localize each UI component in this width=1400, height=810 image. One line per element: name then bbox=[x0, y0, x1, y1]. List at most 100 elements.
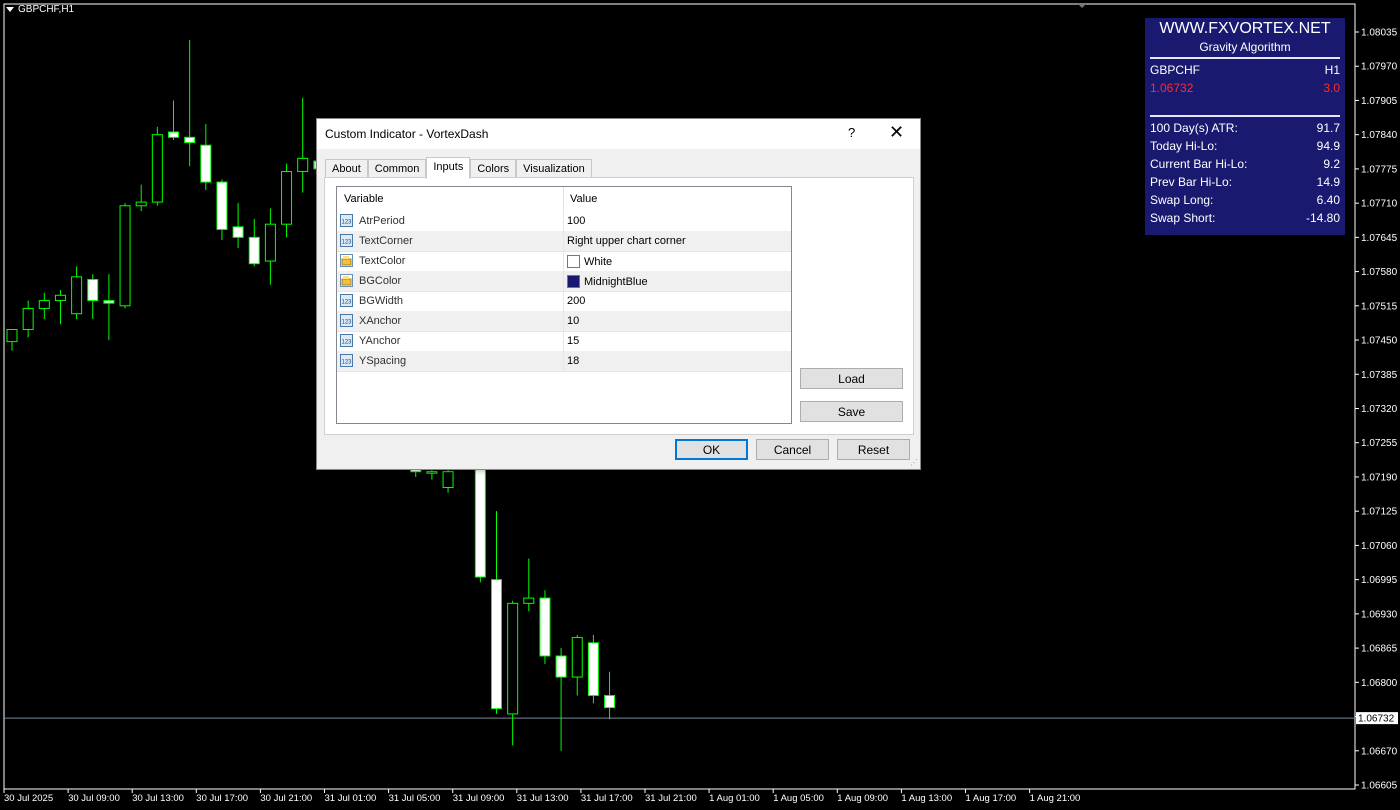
color-swatch bbox=[567, 255, 580, 268]
param-value-cell[interactable]: 18 bbox=[567, 355, 579, 367]
candle-body-bear bbox=[555, 655, 567, 678]
y-tick-label: 1.07840 bbox=[1361, 130, 1398, 141]
param-row[interactable]: 123 BGWidth 200 bbox=[337, 291, 791, 312]
tab-visualization[interactable]: Visualization bbox=[516, 159, 592, 178]
stat-label: Prev Bar Hi-Lo: bbox=[1150, 175, 1233, 189]
param-row[interactable]: BGColor MidnightBlue bbox=[337, 271, 791, 292]
param-row[interactable]: 123 AtrPeriod 100 bbox=[337, 211, 791, 232]
dashboard-stat-row: Current Bar Hi-Lo: 9.2 bbox=[1150, 157, 1340, 171]
column-header-variable[interactable]: Variable bbox=[344, 193, 384, 205]
ok-button[interactable]: OK bbox=[675, 439, 748, 460]
help-icon[interactable]: ? bbox=[848, 125, 855, 140]
param-name: BGWidth bbox=[359, 295, 404, 307]
param-value-cell[interactable]: 10 bbox=[567, 315, 579, 327]
candle-body-bull bbox=[426, 471, 438, 474]
param-value-cell[interactable]: 15 bbox=[567, 335, 579, 347]
column-header-value[interactable]: Value bbox=[570, 193, 597, 205]
dashboard-symbol: GBPCHF bbox=[1150, 63, 1201, 77]
close-icon[interactable]: ✕ bbox=[889, 123, 904, 141]
candle-body-bear bbox=[168, 131, 179, 138]
param-value-cell[interactable]: MidnightBlue bbox=[567, 275, 648, 288]
svg-text:123: 123 bbox=[341, 360, 352, 366]
dashboard-stat-row: Swap Short: -14.80 bbox=[1150, 211, 1340, 225]
y-tick-label: 1.07580 bbox=[1361, 267, 1398, 278]
candle-body-bear bbox=[587, 642, 599, 696]
y-tick-label: 1.07645 bbox=[1361, 233, 1398, 244]
y-tick-label: 1.06995 bbox=[1361, 575, 1398, 586]
y-tick-label: 1.07515 bbox=[1361, 301, 1398, 312]
number-icon: 123 bbox=[340, 234, 353, 247]
stat-label: Current Bar Hi-Lo: bbox=[1150, 157, 1248, 171]
param-row[interactable]: 123 YSpacing 18 bbox=[337, 351, 791, 372]
param-value: 200 bbox=[567, 295, 586, 307]
candle-body-bull bbox=[54, 294, 66, 302]
chart-symbol-label[interactable]: GBPCHF,H1 bbox=[6, 4, 74, 15]
tab-colors[interactable]: Colors bbox=[470, 159, 517, 178]
stat-label: 100 Day(s) ATR: bbox=[1150, 121, 1238, 135]
current-price-label: 1.06732 bbox=[1358, 714, 1395, 725]
dialog-titlebar[interactable]: Custom Indicator - VortexDash ? ✕ bbox=[317, 119, 920, 149]
param-value: 10 bbox=[567, 315, 580, 327]
y-tick-label: 1.07710 bbox=[1361, 199, 1398, 210]
load-button[interactable]: Load bbox=[800, 368, 903, 389]
param-value-cell[interactable]: 100 bbox=[567, 215, 585, 227]
param-value: Right upper chart corner bbox=[567, 235, 686, 247]
color-icon bbox=[340, 274, 353, 287]
param-row[interactable]: TextColor White bbox=[337, 251, 791, 272]
column-divider bbox=[563, 211, 564, 231]
dropdown-triangle-icon[interactable] bbox=[6, 7, 14, 12]
cancel-button[interactable]: Cancel bbox=[756, 439, 829, 460]
custom-indicator-dialog: Custom Indicator - VortexDash ? ✕ About … bbox=[316, 118, 921, 470]
x-tick-label: 30 Jul 2025 bbox=[4, 793, 53, 804]
svg-text:123: 123 bbox=[341, 300, 352, 306]
param-value: 100 bbox=[567, 215, 586, 227]
resize-grip-icon[interactable]: ⋰ bbox=[910, 458, 918, 467]
tab-common[interactable]: Common bbox=[367, 159, 427, 178]
tab-inputs[interactable]: Inputs bbox=[426, 157, 471, 179]
period-separator-marker-icon bbox=[1078, 4, 1086, 8]
param-row[interactable]: 123 TextCorner Right upper chart corner bbox=[337, 231, 791, 252]
candle-body-bull bbox=[507, 602, 519, 715]
x-tick-label: 1 Aug 09:00 bbox=[837, 793, 888, 804]
candle-body-bull bbox=[135, 201, 147, 207]
param-value: 15 bbox=[567, 335, 580, 347]
tab-about[interactable]: About bbox=[325, 159, 368, 178]
param-row[interactable]: 123 XAnchor 10 bbox=[337, 311, 791, 332]
x-tick-label: 31 Jul 21:00 bbox=[645, 793, 697, 804]
x-tick-label: 1 Aug 17:00 bbox=[966, 793, 1017, 804]
param-name: TextCorner bbox=[359, 235, 413, 247]
param-value-cell[interactable]: 200 bbox=[567, 295, 585, 307]
param-name: BGColor bbox=[359, 275, 402, 287]
stat-value: 6.40 bbox=[1316, 193, 1340, 207]
candle-body-bear bbox=[184, 136, 196, 144]
candle-body-bull bbox=[38, 300, 50, 309]
param-value-cell[interactable]: White bbox=[567, 255, 612, 268]
candle-body-bear bbox=[491, 579, 502, 710]
vortex-dashboard-panel: WWW.FXVORTEX.NET Gravity Algorithm GBPCH… bbox=[1145, 18, 1345, 235]
color-swatch bbox=[567, 275, 580, 288]
candle-body-bull bbox=[264, 223, 276, 262]
candle-body-bear bbox=[232, 226, 244, 238]
number-icon: 123 bbox=[340, 294, 353, 307]
number-icon: 123 bbox=[340, 334, 353, 347]
candle-body-bull bbox=[71, 276, 83, 315]
inputs-tab-panel: Variable Value 123 AtrPeriod 100 123 TextCor… bbox=[324, 177, 914, 435]
column-divider bbox=[563, 331, 564, 351]
column-divider[interactable] bbox=[563, 187, 564, 211]
candle-body-bull bbox=[571, 637, 583, 678]
candle-body-bear bbox=[200, 144, 212, 183]
dialog-title: Custom Indicator - VortexDash bbox=[325, 127, 489, 141]
x-tick-label: 31 Jul 13:00 bbox=[517, 793, 569, 804]
y-tick-label: 1.08035 bbox=[1361, 28, 1398, 39]
param-row[interactable]: 123 YAnchor 15 bbox=[337, 331, 791, 352]
stat-label: Today Hi-Lo: bbox=[1150, 139, 1218, 153]
x-tick-label: 31 Jul 01:00 bbox=[325, 793, 377, 804]
symbol-timeframe-text: GBPCHF,H1 bbox=[18, 4, 75, 15]
candle-body-bull bbox=[523, 597, 535, 604]
y-tick-label: 1.07125 bbox=[1361, 507, 1398, 518]
param-value-cell[interactable]: Right upper chart corner bbox=[567, 235, 686, 247]
reset-button[interactable]: Reset bbox=[837, 439, 910, 460]
inputs-table-header: Variable Value bbox=[337, 187, 791, 211]
save-button[interactable]: Save bbox=[800, 401, 903, 422]
param-name: TextColor bbox=[359, 255, 406, 267]
